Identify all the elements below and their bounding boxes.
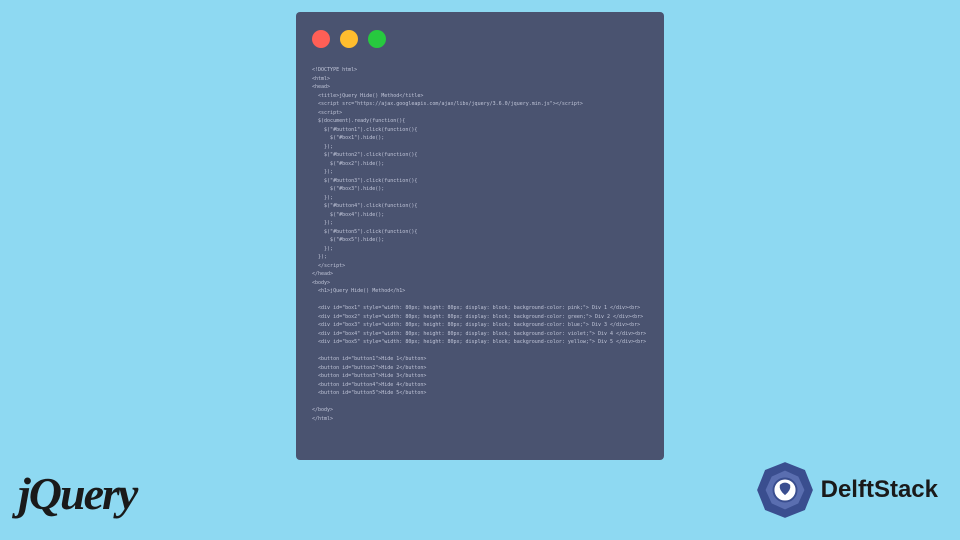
jquery-logo: jQuery xyxy=(18,467,136,520)
maximize-icon[interactable] xyxy=(368,30,386,48)
delftstack-icon xyxy=(753,458,817,522)
code-snippet: <!DOCTYPE html> <html> <head> <title>jQu… xyxy=(312,66,648,423)
close-icon[interactable] xyxy=(312,30,330,48)
window-controls xyxy=(312,30,648,48)
code-window: <!DOCTYPE html> <html> <head> <title>jQu… xyxy=(296,12,664,460)
delftstack-text: DelftStack xyxy=(821,476,938,504)
delftstack-logo: DelftStack xyxy=(753,458,938,522)
minimize-icon[interactable] xyxy=(340,30,358,48)
